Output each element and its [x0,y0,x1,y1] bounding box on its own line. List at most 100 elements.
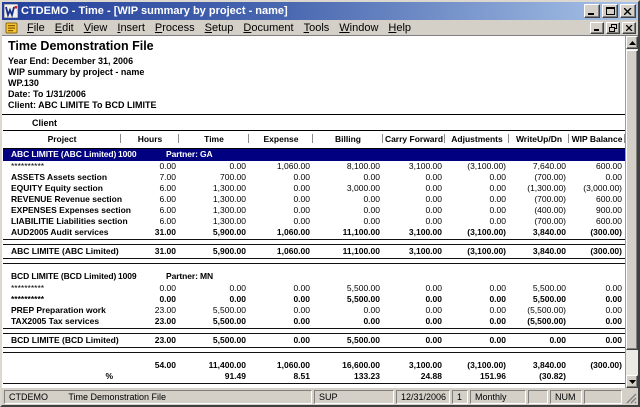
cell-value: 0.00 [249,294,313,305]
row-label [3,360,121,371]
column-header-hours: Hours [121,131,179,149]
row-label: LIABILITIE Liabilities section [3,216,121,227]
row-label: ********** [3,283,121,294]
mdi-minimize-button[interactable] [590,22,604,34]
menu-document[interactable]: Document [238,22,298,34]
scroll-down-button[interactable] [626,375,638,388]
column-header-expense: Expense [249,131,313,149]
cell-value: 0.00 [313,194,383,205]
cell-value: 0.00 [249,172,313,183]
cell-value: 0.00 [383,205,445,216]
client-code: 1000 [118,149,137,159]
cell-value: 0.00 [445,294,509,305]
cell-value: 0.00 [445,335,509,346]
cell-value: 5,500.00 [509,294,569,305]
table-row[interactable]: **********0.000.000.005,500.000.000.005,… [3,283,625,294]
row-label: PREP Preparation work [3,305,121,316]
status-blank-1 [528,390,548,404]
maximize-button[interactable] [602,4,618,18]
table-row[interactable]: LIABILITIE Liabilities section6.001,300.… [3,216,625,227]
cell-value: 3,840.00 [509,360,569,371]
grand-total-row[interactable]: 54.0011,400.001,060.0016,600.003,100.00(… [3,360,625,371]
cell-value [121,371,179,382]
partner-code: GA [200,149,213,159]
cell-value: (700.00) [509,194,569,205]
cell-value: 3,100.00 [383,227,445,238]
cell-value: 0.00 [569,305,625,316]
cell-value: 31.00 [121,227,179,238]
report-title: Time Demonstration File [8,39,625,53]
cell-value: 0.00 [179,161,249,172]
menu-edit[interactable]: Edit [50,22,79,34]
horizontal-rule [3,238,625,246]
row-label: ********** [3,161,121,172]
scroll-up-button[interactable] [626,36,638,49]
row-label: % [3,371,121,382]
menu-help[interactable]: Help [383,22,416,34]
cell-value: 3,840.00 [509,227,569,238]
cell-value: 0.00 [509,335,569,346]
table-row[interactable]: EXPENSES Expenses section6.001,300.000.0… [3,205,625,216]
cell-value: 24.88 [383,371,445,382]
cell-value: 5,500.00 [179,305,249,316]
minimize-button[interactable] [584,4,600,18]
cell-value: 600.00 [569,216,625,227]
vertical-scrollbar[interactable] [625,36,638,388]
resize-grip[interactable] [624,390,637,404]
scrollbar-thumb[interactable] [626,50,638,350]
status-period: 1 [452,390,468,404]
wip-summary-table: ProjectHoursTimeExpenseBillingCarry Forw… [3,130,625,388]
client-total-row[interactable]: ABC LIMITE (ABC Limited)31.005,900.001,0… [3,246,625,257]
cell-value: 900.00 [569,205,625,216]
menu-setup[interactable]: Setup [200,22,239,34]
menu-tools[interactable]: Tools [299,22,335,34]
cell-value: 23.00 [121,305,179,316]
table-row[interactable]: PREP Preparation work23.005,500.000.000.… [3,305,625,316]
mdi-restore-button[interactable] [606,22,620,34]
status-app-code: CTDEMO [9,392,48,402]
window-title: CTDEMO - Time - [WIP summary by project … [21,5,584,17]
row-label: ASSETS Assets section [3,172,121,183]
menu-process[interactable]: Process [150,22,200,34]
report-year-end: Year End: December 31, 2006 [8,56,625,67]
menu-insert[interactable]: Insert [112,22,150,34]
cell-value: 0.00 [249,305,313,316]
cell-value: 5,900.00 [179,246,249,257]
client-total-row[interactable]: BCD LIMITE (BCD Limited)23.005,500.000.0… [3,335,625,346]
status-num-lock: NUM [550,390,582,404]
mdi-close-button[interactable] [622,22,636,34]
client-group-header[interactable]: BCD LIMITE (BCD Limited)1009Partner:MN [3,271,625,283]
table-row[interactable]: REVENUE Revenue section6.001,300.000.000… [3,194,625,205]
percent-row[interactable]: %91.498.51133.2324.88151.96(30.82) [3,371,625,382]
client-group-header[interactable]: ABC LIMITE (ABC Limited)1000Partner:GA [3,149,625,161]
status-frequency: Monthly [470,390,526,404]
report-header: Time Demonstration File Year End: Decemb… [2,39,625,111]
cell-value: 8,100.00 [313,161,383,172]
cell-value: 0.00 [249,283,313,294]
cell-value: 0.00 [445,172,509,183]
cell-value: 5,500.00 [313,294,383,305]
horizontal-rule [3,257,625,265]
table-row[interactable]: TAX2005 Tax services23.005,500.000.000.0… [3,316,625,327]
menu-view[interactable]: View [79,22,113,34]
cell-value: (300.00) [569,360,625,371]
row-label: BCD LIMITE (BCD Limited) [3,335,121,346]
cell-value: (5,500.00) [509,305,569,316]
table-row[interactable]: **********0.000.000.005,500.000.000.005,… [3,294,625,305]
client-code: 1009 [118,271,137,281]
app-window: CTDEMO - Time - [WIP summary by project … [0,0,640,407]
cell-value: 0.00 [383,335,445,346]
cell-value: 0.00 [249,216,313,227]
menu-window[interactable]: Window [334,22,383,34]
table-row[interactable]: ASSETS Assets section7.00700.000.000.000… [3,172,625,183]
table-row[interactable]: AUD2005 Audit services31.005,900.001,060… [3,227,625,238]
cell-value: 6.00 [121,183,179,194]
cell-value: (5,500.00) [509,316,569,327]
column-header-adjustments: Adjustments [445,131,509,149]
table-row[interactable]: EQUITY Equity section6.001,300.000.003,0… [3,183,625,194]
horizontal-rule [3,327,625,335]
menu-file[interactable]: File [22,22,50,34]
cell-value: 5,500.00 [313,335,383,346]
table-row[interactable]: **********0.000.001,060.008,100.003,100.… [3,161,625,172]
close-button[interactable] [620,4,636,18]
